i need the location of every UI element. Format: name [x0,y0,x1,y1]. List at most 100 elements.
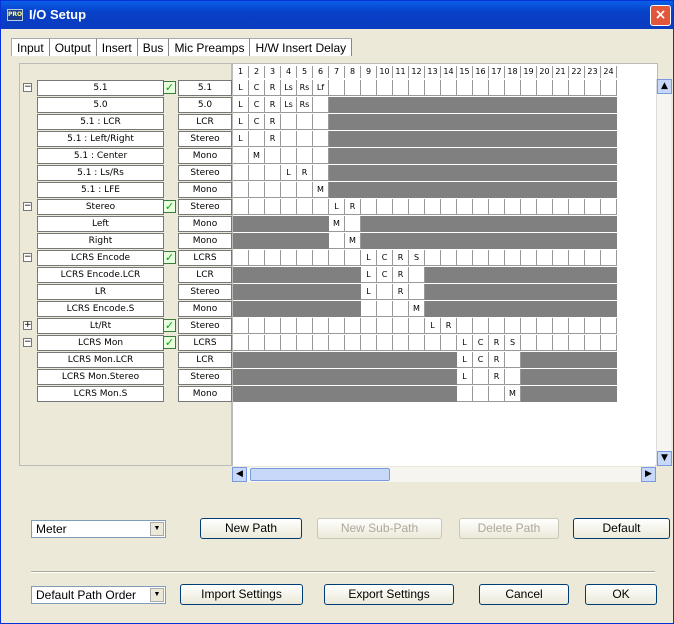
channel-cell[interactable]: C [473,335,489,351]
channel-cell[interactable] [441,335,457,351]
channel-cell[interactable] [601,250,617,266]
channel-cell[interactable]: R [393,267,409,283]
channel-cell[interactable] [233,335,249,351]
channel-cell[interactable]: L [457,335,473,351]
channel-cell[interactable]: Ls [281,97,297,113]
channel-cell[interactable] [249,318,265,334]
channel-cell[interactable] [585,199,601,215]
channel-cell[interactable] [505,352,521,368]
vertical-scrollbar[interactable]: ▲ ▼ [656,79,672,466]
channel-cell[interactable]: L [457,352,473,368]
channel-cell[interactable]: R [489,352,505,368]
tab-mic-preamps[interactable]: Mic Preamps [169,38,251,56]
channel-cell[interactable] [297,182,313,198]
channel-cell[interactable] [297,131,313,147]
tab-input[interactable]: Input [11,38,50,56]
channel-cell[interactable]: R [265,131,281,147]
channel-cell[interactable] [249,199,265,215]
channel-cell[interactable] [361,335,377,351]
channel-cell[interactable]: L [329,199,345,215]
channel-cell[interactable] [297,318,313,334]
channel-cell[interactable] [569,80,585,96]
channel-cell[interactable] [441,250,457,266]
channel-cell[interactable] [473,318,489,334]
channel-cell[interactable] [585,80,601,96]
channel-cell[interactable] [505,199,521,215]
channel-cell[interactable] [377,199,393,215]
channel-cell[interactable] [313,131,329,147]
new-sub-path-button[interactable]: New Sub-Path [317,518,442,539]
channel-cell[interactable]: R [393,250,409,266]
channel-cell[interactable] [537,199,553,215]
channel-cell[interactable] [393,318,409,334]
channel-cell[interactable] [345,216,361,232]
channel-cell[interactable] [585,318,601,334]
channel-cell[interactable]: L [361,250,377,266]
channel-cell[interactable] [329,335,345,351]
channel-cell[interactable] [393,335,409,351]
channel-cell[interactable] [521,335,537,351]
channel-cell[interactable] [233,182,249,198]
channel-cell[interactable] [313,165,329,181]
path-name[interactable]: Lt/Rt [37,318,164,334]
path-active-checkbox[interactable]: ✓ [163,336,176,349]
channel-cell[interactable] [409,80,425,96]
channel-cell[interactable] [313,97,329,113]
channel-cell[interactable] [425,80,441,96]
channel-cell[interactable]: S [505,335,521,351]
channel-cell[interactable] [585,335,601,351]
channel-cell[interactable] [329,318,345,334]
channel-cell[interactable]: R [489,369,505,385]
channel-cell[interactable]: M [329,216,345,232]
channel-cell[interactable]: M [313,182,329,198]
channel-cell[interactable] [489,199,505,215]
channel-cell[interactable] [393,301,409,317]
path-name[interactable]: LCRS Encode [37,250,164,266]
channel-cell[interactable]: R [265,114,281,130]
title-bar[interactable]: PRO I/O Setup × [1,1,673,29]
channel-cell[interactable] [441,80,457,96]
channel-cell[interactable] [345,318,361,334]
channel-cell[interactable] [457,386,473,402]
channel-cell[interactable]: L [425,318,441,334]
path-name[interactable]: 5.0 [37,97,164,113]
channel-cell[interactable]: M [505,386,521,402]
channel-cell[interactable] [377,80,393,96]
channel-cell[interactable] [313,148,329,164]
channel-cell[interactable]: C [377,250,393,266]
channel-cell[interactable] [265,148,281,164]
channel-cell[interactable] [489,386,505,402]
collapse-icon[interactable]: − [23,202,32,211]
channel-cell[interactable] [281,335,297,351]
channel-cell[interactable] [361,301,377,317]
path-name[interactable]: 5.1 : LFE [37,182,164,198]
collapse-icon[interactable]: − [23,253,32,262]
channel-cell[interactable] [569,250,585,266]
channel-cell[interactable] [489,80,505,96]
collapse-icon[interactable]: − [23,338,32,347]
scroll-right-icon[interactable]: ▶ [641,467,656,482]
channel-cell[interactable] [297,114,313,130]
channel-cell[interactable]: C [249,80,265,96]
channel-cell[interactable] [377,284,393,300]
channel-cell[interactable]: L [361,284,377,300]
channel-cell[interactable]: R [265,80,281,96]
channel-cell[interactable] [345,80,361,96]
channel-cell[interactable] [457,199,473,215]
channel-cell[interactable] [473,369,489,385]
channel-cell[interactable] [409,335,425,351]
channel-cell[interactable]: C [249,114,265,130]
channel-cell[interactable] [505,250,521,266]
channel-cell[interactable] [569,318,585,334]
channel-cell[interactable] [313,199,329,215]
channel-cell[interactable] [601,80,617,96]
path-name[interactable]: 5.1 : Center [37,148,164,164]
import-settings-button[interactable]: Import Settings [180,584,303,605]
channel-cell[interactable] [361,80,377,96]
path-name[interactable]: Right [37,233,164,249]
channel-cell[interactable] [393,80,409,96]
channel-cell[interactable] [425,335,441,351]
path-active-checkbox[interactable]: ✓ [163,251,176,264]
channel-cell[interactable] [409,284,425,300]
channel-cell[interactable] [281,199,297,215]
